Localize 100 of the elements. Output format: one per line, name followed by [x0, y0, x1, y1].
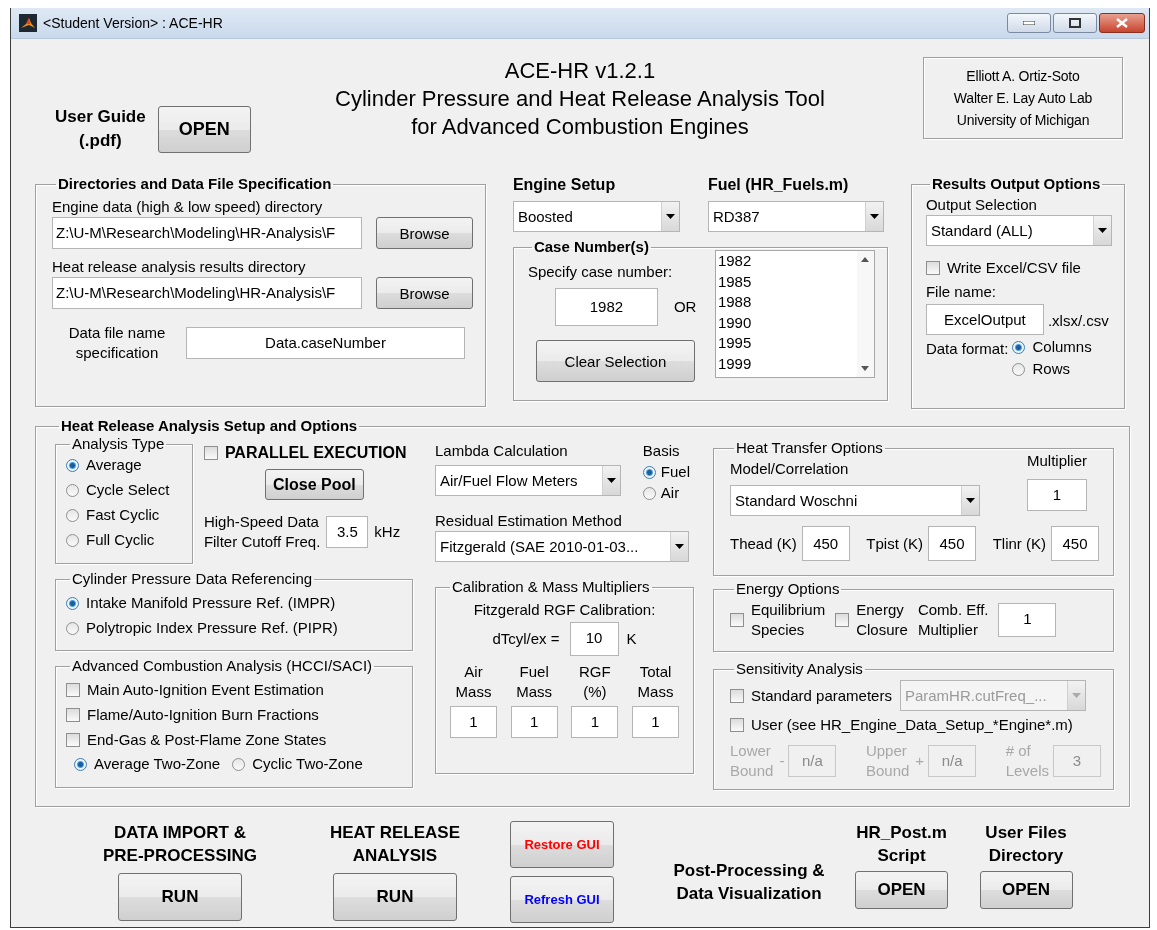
radio-button[interactable] — [66, 483, 79, 497]
sign-label: - — [779, 751, 785, 771]
close-icon — [1116, 18, 1128, 28]
dropdown[interactable]: RD387 — [707, 201, 884, 232]
path-field[interactable]: Z:\U-M\Research\Modeling\HR-Analysis\F — [52, 277, 363, 309]
checkbox-label: PARALLEL EXECUTION — [224, 443, 407, 463]
field-label: Model/Correlation — [730, 459, 850, 479]
temperature-field[interactable]: 450 — [1051, 526, 1099, 561]
checkbox[interactable] — [730, 688, 744, 703]
radio-button[interactable] — [1012, 362, 1026, 376]
field-label: File name: — [925, 282, 997, 302]
multiplier-field[interactable]: 1 — [998, 603, 1057, 637]
checkbox-label: Flame/Auto-Ignition Burn Fractions — [87, 705, 319, 725]
radio-button[interactable] — [642, 465, 656, 479]
path-field[interactable]: Z:\U-M\Research\Modeling\HR-Analysis\F — [52, 217, 363, 249]
extension-label: .xlsx/.csv — [1047, 310, 1109, 331]
action-label: HEAT RELEASE ANALYSIS — [329, 822, 460, 867]
checkbox[interactable] — [203, 446, 218, 460]
open-button[interactable]: OPEN — [979, 871, 1073, 909]
caret-icon — [1071, 693, 1081, 698]
multiplier-field[interactable]: 1 — [450, 706, 497, 738]
checkbox[interactable] — [925, 261, 940, 275]
close-pool-button[interactable]: Close Pool — [264, 469, 364, 500]
minimize-icon — [1023, 21, 1035, 25]
list-item[interactable]: 1995 — [717, 333, 857, 354]
radio-button[interactable] — [66, 533, 79, 547]
list-item[interactable]: 1990 — [717, 312, 857, 333]
panel-title: Calibration & Mass Multipliers — [451, 578, 651, 596]
temperature-field[interactable]: 450 — [801, 526, 850, 561]
case-number-field[interactable]: 1982 — [554, 288, 658, 326]
dropdown[interactable]: Fitzgerald (SAE 2010-01-03... — [435, 531, 689, 562]
panel-title: Sensitivity Analysis — [735, 660, 864, 678]
option-label: Air — [660, 483, 680, 503]
action-label: DATA IMPORT & PRE-PROCESSING — [103, 822, 257, 867]
list-item[interactable]: 1985 — [717, 271, 857, 292]
caret-icon — [665, 214, 675, 219]
frequency-field[interactable]: 3.5 — [326, 516, 369, 548]
unit-label: kHz — [374, 522, 401, 542]
checkbox[interactable] — [66, 683, 80, 697]
run-button[interactable]: RUN — [333, 873, 457, 921]
panel-title: Cylinder Pressure Data Referencing — [71, 570, 314, 588]
radio-button[interactable] — [66, 596, 79, 610]
checkbox[interactable] — [835, 613, 850, 627]
field-label: # of Levels — [1005, 741, 1049, 781]
close-button[interactable] — [1099, 13, 1145, 33]
credit-line: University of Michigan — [955, 111, 1091, 130]
radio-button[interactable] — [74, 757, 87, 771]
field-label: dTcyl/ex = — [492, 629, 560, 649]
checkbox[interactable] — [730, 613, 744, 627]
checkbox[interactable] — [66, 708, 80, 722]
list-item[interactable]: 1982 — [717, 251, 857, 272]
browse-button[interactable]: Browse — [376, 217, 473, 249]
file-name-field[interactable]: ExcelOutput — [925, 304, 1044, 335]
radio-button[interactable] — [1012, 340, 1026, 354]
run-button[interactable]: RUN — [118, 873, 242, 921]
action-label: HR_Post.m Script — [856, 822, 947, 867]
option-label: Full Cyclic — [86, 530, 155, 550]
radio-button[interactable] — [642, 486, 656, 500]
field-label: Fuel (HR_Fuels.m) — [707, 175, 850, 195]
checkbox[interactable] — [730, 718, 744, 732]
or-label: OR — [673, 297, 697, 317]
radio-button[interactable] — [66, 508, 79, 522]
action-label: User Files Directory — [985, 822, 1067, 867]
list-item[interactable]: 1999 — [717, 353, 857, 374]
open-button[interactable]: OPEN — [855, 871, 948, 909]
unit-label: K — [626, 629, 637, 649]
temperature-field[interactable]: 450 — [928, 526, 976, 561]
checkbox-label: Energy Closure — [856, 600, 908, 640]
browse-button[interactable]: Browse — [376, 277, 473, 309]
gui-button[interactable]: Refresh GUI — [510, 876, 614, 923]
temperature-field[interactable]: 10 — [569, 622, 619, 656]
dropdown[interactable]: Boosted — [512, 201, 680, 232]
field-label: RGF (%) — [578, 662, 611, 702]
multiplier-field[interactable]: 1 — [571, 706, 619, 738]
radio-button[interactable] — [66, 621, 79, 635]
clear-selection-button[interactable]: Clear Selection — [535, 340, 695, 382]
scrollbar[interactable] — [856, 251, 874, 377]
dropdown[interactable]: Standard Woschni — [730, 485, 980, 516]
option-label: Rows — [1032, 359, 1070, 379]
multiplier-field[interactable]: 1 — [1027, 479, 1087, 511]
maximize-button[interactable] — [1053, 13, 1097, 33]
option-label: Intake Manifold Pressure Ref. (IMPR) — [86, 593, 336, 613]
multiplier-field[interactable]: 1 — [510, 706, 558, 738]
field-label: Heat release analysis results directory — [52, 257, 307, 277]
radio-button[interactable] — [66, 458, 79, 472]
open-button[interactable]: OPEN — [157, 105, 251, 153]
dropdown[interactable]: Air/Fuel Flow Meters — [435, 465, 621, 496]
list-item[interactable]: 1988 — [717, 292, 857, 313]
scroll-down-icon — [861, 366, 870, 371]
radio-button[interactable] — [232, 757, 246, 771]
checkbox[interactable] — [66, 733, 80, 747]
field-label: Upper Bound — [865, 741, 910, 781]
multiplier-field[interactable]: 1 — [631, 706, 679, 738]
option-label: Average Two-Zone — [94, 754, 221, 774]
post-processing-label: Post-Processing & Data Visualization — [673, 860, 825, 905]
user-guide-label: User Guide (.pdf) — [55, 106, 146, 152]
text-field[interactable]: Data.caseNumber — [186, 327, 465, 359]
credit-line: Elliott A. Ortiz-Soto — [965, 67, 1081, 86]
dropdown[interactable]: Standard (ALL) — [925, 215, 1112, 246]
field-label: Comb. Eff. Multiplier — [917, 600, 989, 640]
